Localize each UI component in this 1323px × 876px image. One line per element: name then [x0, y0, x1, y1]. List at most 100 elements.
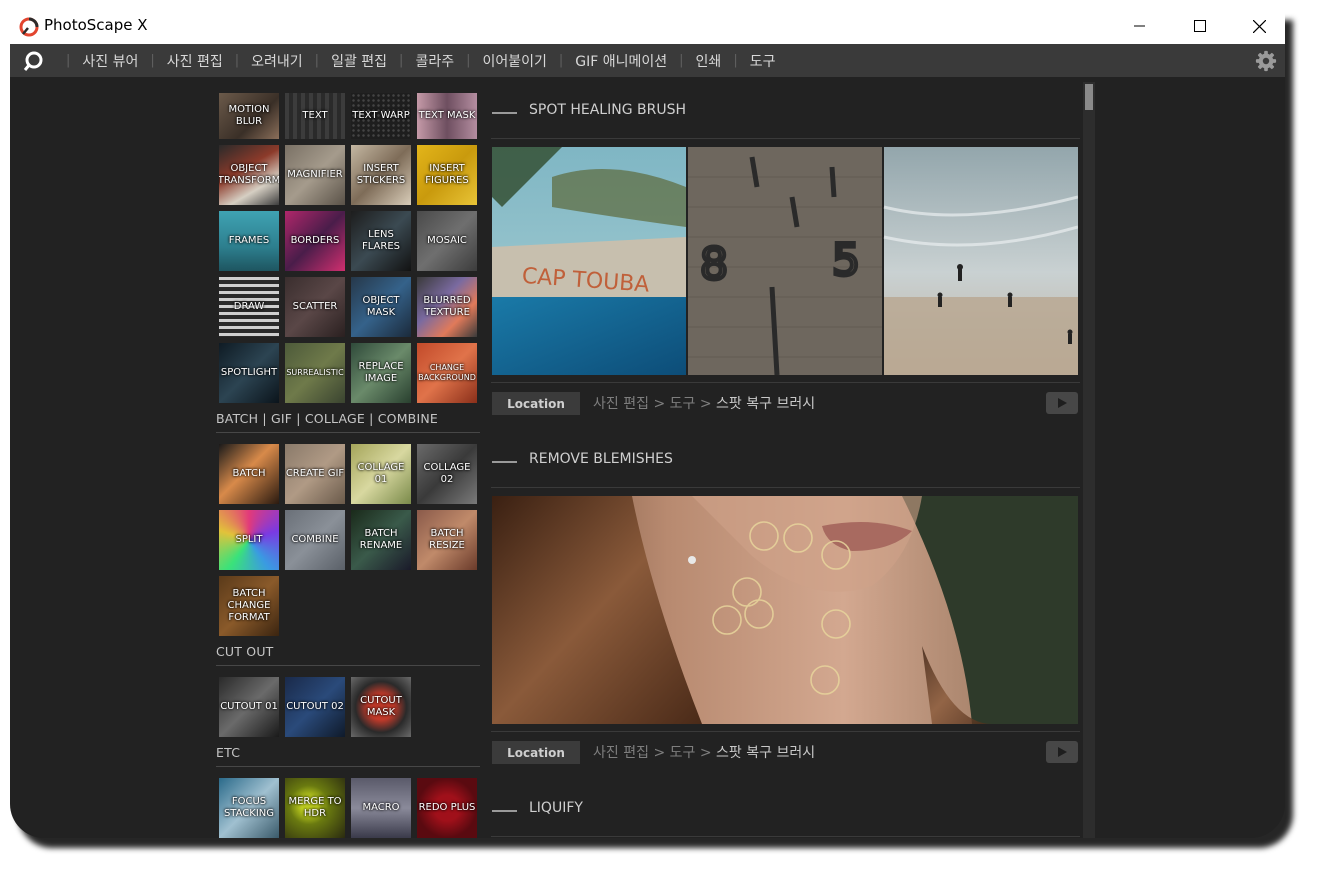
menu-item-print[interactable]: 인쇄 [696, 51, 722, 71]
tool-change-background[interactable]: CHANGE BACKGROUND [417, 343, 477, 403]
tool-magnifier[interactable]: MAGNIFIER [285, 145, 345, 205]
tool-borders[interactable]: BORDERS [285, 211, 345, 271]
menu-item-cutout[interactable]: 오려내기 [251, 51, 303, 71]
tool-spotlight[interactable]: SPOTLIGHT [219, 343, 279, 403]
title-bar: PhotoScape X [10, 10, 1285, 44]
tool-lens-flares[interactable]: LENS FLARES [351, 211, 411, 271]
tool-scatter[interactable]: SCATTER [285, 277, 345, 337]
tool-frames[interactable]: FRAMES [219, 211, 279, 271]
close-button[interactable] [1230, 10, 1285, 42]
tool-label: COLLAGE 02 [423, 462, 471, 485]
menu-separator: | [466, 53, 471, 68]
section-dash [492, 461, 517, 463]
menu-item-viewer[interactable]: 사진 뷰어 [82, 51, 138, 71]
window-title: PhotoScape X [44, 16, 148, 34]
maximize-button[interactable] [1171, 10, 1229, 42]
path-part: 도구 [669, 396, 696, 412]
tool-text-warp[interactable]: TEXT WARP [351, 93, 411, 139]
menu-separator: | [399, 53, 404, 68]
tool-label: DRAW [233, 301, 265, 312]
tool-split[interactable]: SPLIT [219, 510, 279, 570]
tool-label: SPOTLIGHT [220, 367, 278, 378]
tool-label: COMBINE [291, 534, 339, 545]
tool-replace-image[interactable]: REPLACE IMAGE [351, 343, 411, 403]
tool-label: OBJECT MASK [362, 295, 400, 318]
tool-batch-resize[interactable]: BATCH RESIZE [417, 510, 477, 570]
minimize-button[interactable] [1111, 10, 1169, 42]
menu-item-editor[interactable]: 사진 편집 [167, 51, 223, 71]
location-path: 사진 편집 > 도구 > 스팟 복구 브러시 [593, 742, 815, 762]
tool-motion-blur[interactable]: MOTION BLUR [219, 93, 279, 139]
tool-object-mask[interactable]: OBJECT MASK [351, 277, 411, 337]
tool-label: MOTION BLUR [228, 104, 270, 127]
tool-insert-stickers[interactable]: INSERT STICKERS [351, 145, 411, 205]
photo-number: 5 [832, 235, 860, 286]
menu-bar: | 사진 뷰어 | 사진 편집 | 오려내기 | 일괄 편집 | 콜라주 | 이… [10, 44, 1285, 77]
play-video-button[interactable] [1046, 392, 1078, 414]
tool-cutout-01[interactable]: CUTOUT 01 [219, 677, 279, 737]
tool-label: REPLACE IMAGE [358, 361, 404, 384]
tool-label: CUTOUT 02 [286, 701, 344, 712]
section-rule [491, 731, 1080, 732]
tool-macro[interactable]: MACRO [351, 778, 411, 838]
tool-text-mask[interactable]: TEXT MASK [417, 93, 477, 139]
tool-label: FRAMES [228, 235, 270, 246]
tool-surrealistic[interactable]: SURREALISTIC [285, 343, 345, 403]
tool-cutout-mask[interactable]: CUTOUT MASK [351, 677, 411, 737]
tool-batch-change-format[interactable]: BATCH CHANGE FORMAT [219, 576, 279, 636]
spot-healing-example-image: CAP TOUBA 8 5 [492, 147, 1078, 375]
menu-item-batch[interactable]: 일괄 편집 [331, 51, 387, 71]
section-title-remove-blemishes: REMOVE BLEMISHES [529, 451, 673, 467]
tool-batch-rename[interactable]: BATCH RENAME [351, 510, 411, 570]
tool-label: BLURRED TEXTURE [423, 295, 471, 318]
menu-item-gif[interactable]: GIF 애니메이션 [575, 51, 667, 71]
tool-label: COLLAGE 01 [357, 462, 405, 485]
menu-item-combine[interactable]: 이어붙이기 [482, 51, 546, 71]
section-title-spot-healing: SPOT HEALING BRUSH [529, 102, 686, 118]
tool-label: TEXT MASK [418, 110, 476, 121]
tool-collage-01[interactable]: COLLAGE 01 [351, 444, 411, 504]
path-part: 사진 편집 [593, 396, 649, 412]
tool-label: BATCH [232, 468, 266, 479]
tool-collage-02[interactable]: COLLAGE 02 [417, 444, 477, 504]
tool-label: TEXT [302, 110, 328, 121]
tool-label: SPLIT [235, 534, 263, 545]
menu-item-tools[interactable]: 도구 [750, 51, 776, 71]
section-title-liquify: LIQUIFY [529, 800, 583, 816]
section-rule [491, 382, 1080, 383]
tool-label: OBJECT TRANSFORM [219, 163, 279, 186]
section-label-cutout: CUT OUT [216, 644, 274, 659]
tool-label: FOCUS STACKING [223, 796, 275, 819]
section-rule [491, 836, 1080, 837]
path-part: 스팟 복구 브러시 [716, 396, 816, 412]
tool-draw[interactable]: DRAW [219, 277, 279, 337]
path-sep: > [653, 745, 666, 761]
gear-icon[interactable] [1255, 50, 1277, 72]
close-icon [1252, 19, 1266, 33]
tool-label: CUTOUT MASK [360, 695, 402, 718]
menu-separator: | [558, 53, 564, 68]
tool-redo-plus[interactable]: REDO PLUS [417, 778, 477, 838]
tool-cutout-02[interactable]: CUTOUT 02 [285, 677, 345, 737]
tool-object-transform[interactable]: OBJECT TRANSFORM [219, 145, 279, 205]
tool-insert-figures[interactable]: INSERT FIGURES [417, 145, 477, 205]
tool-merge-to-hdr[interactable]: MERGE TO HDR [285, 778, 345, 838]
scrollbar-thumb[interactable] [1085, 84, 1093, 110]
section-rule [491, 487, 1080, 488]
section-dash [492, 112, 517, 114]
tool-combine[interactable]: COMBINE [285, 510, 345, 570]
tool-text[interactable]: TEXT [285, 93, 345, 139]
tool-focus-stacking[interactable]: FOCUS STACKING [219, 778, 279, 838]
content-scrollbar[interactable] [1083, 82, 1095, 838]
home-icon[interactable] [22, 50, 44, 72]
tool-label: CREATE GIF [285, 468, 345, 479]
tool-batch[interactable]: BATCH [219, 444, 279, 504]
path-sep: > [653, 396, 666, 412]
menu-item-collage[interactable]: 콜라주 [415, 51, 454, 71]
tool-mosaic[interactable]: MOSAIC [417, 211, 477, 271]
tool-create-gif[interactable]: CREATE GIF [285, 444, 345, 504]
menu-separator: | [733, 53, 738, 68]
tool-label: MERGE TO HDR [288, 796, 342, 819]
play-video-button[interactable] [1046, 741, 1078, 763]
tool-blurred-texture[interactable]: BLURRED TEXTURE [417, 277, 477, 337]
